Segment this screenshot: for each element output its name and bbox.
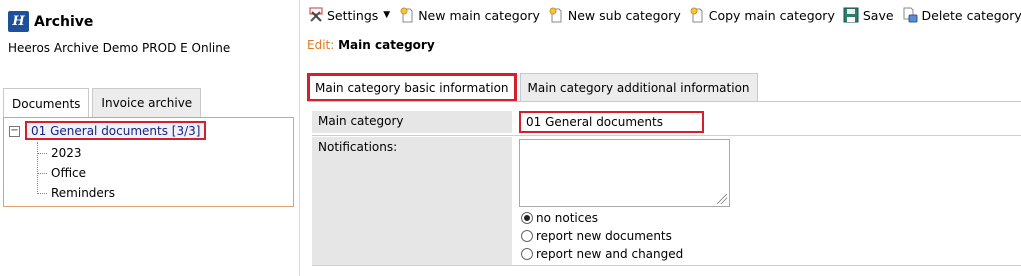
main-category-input[interactable]: 01 General documents — [519, 111, 704, 133]
notifications-label: Notifications: — [312, 137, 512, 266]
resize-grip-icon[interactable] — [717, 194, 727, 204]
tree-connector — [37, 152, 47, 154]
main-category-label: Main category — [312, 111, 512, 133]
app-subtitle: Heeros Archive Demo PROD E Online — [8, 41, 231, 55]
heeros-logo: H — [8, 11, 29, 32]
radio-button[interactable] — [521, 248, 533, 260]
save-floppy-icon — [843, 7, 860, 24]
tab-basic-information[interactable]: Main category basic information — [307, 73, 517, 102]
new-sub-category-button[interactable]: New sub category — [548, 7, 681, 24]
toolbar: Settings ▼ New main category New sub cat… — [307, 5, 1021, 25]
new-document-icon — [548, 7, 565, 24]
left-tab-bar: Documents Invoice archive — [3, 88, 204, 118]
collapse-toggle-icon[interactable]: − — [9, 126, 20, 137]
category-tab-bar: Main category basic information Main cat… — [307, 73, 761, 102]
new-sub-category-label: New sub category — [567, 7, 681, 23]
edit-heading: Edit: Main category — [307, 38, 435, 52]
delete-category-button[interactable]: Delete category — [902, 7, 1021, 24]
settings-button[interactable]: Settings ▼ — [307, 7, 390, 24]
tree-connector — [37, 172, 47, 174]
caret-down-icon: ▼ — [383, 10, 391, 20]
edit-title: Main category — [338, 38, 435, 52]
category-tree: − 01 General documents [3/3] 2023 Office… — [3, 117, 294, 207]
save-label: Save — [862, 7, 894, 23]
radio-label: report new documents — [536, 229, 672, 243]
tree-connector — [37, 192, 47, 194]
row-divider — [312, 135, 1021, 136]
tab-additional-information[interactable]: Main category additional information — [519, 73, 758, 102]
app-title: Archive — [34, 13, 94, 30]
settings-tools-icon — [307, 7, 324, 24]
tab-invoice-archive[interactable]: Invoice archive — [92, 88, 202, 117]
new-document-icon — [398, 7, 415, 24]
edit-prefix: Edit: — [307, 38, 335, 52]
tab-documents[interactable]: Documents — [3, 88, 90, 118]
new-main-category-button[interactable]: New main category — [398, 7, 540, 24]
tree-item-2023[interactable]: 2023 — [37, 146, 82, 160]
delete-category-label: Delete category — [921, 7, 1021, 23]
radio-button[interactable] — [521, 230, 533, 242]
tab-divider — [307, 101, 1021, 102]
delete-document-icon — [902, 7, 919, 24]
settings-label: Settings — [327, 7, 379, 23]
radio-label: no notices — [536, 211, 598, 225]
radio-report-new-documents[interactable]: report new documents — [521, 229, 672, 243]
radio-report-new-and-changed[interactable]: report new and changed — [521, 247, 683, 261]
app-header: H Archive — [8, 11, 93, 32]
copy-main-category-button[interactable]: Copy main category — [689, 7, 835, 24]
copy-main-category-label: Copy main category — [708, 7, 835, 23]
radio-label: report new and changed — [536, 247, 684, 261]
tree-item-office[interactable]: Office — [37, 166, 86, 180]
tree-item-label[interactable]: Office — [51, 166, 86, 180]
new-main-category-label: New main category — [418, 7, 540, 23]
notifications-textarea[interactable] — [519, 139, 730, 207]
category-form: Main category 01 General documents Notif… — [312, 111, 1021, 266]
tree-item-label[interactable]: Reminders — [51, 186, 115, 200]
row-divider — [312, 265, 1021, 266]
tree-item-label[interactable]: 2023 — [51, 146, 82, 160]
copy-document-icon — [689, 7, 706, 24]
radio-no-notices[interactable]: no notices — [521, 211, 598, 225]
radio-button[interactable] — [521, 212, 533, 224]
save-button[interactable]: Save — [843, 7, 894, 24]
tree-root-general-documents[interactable]: 01 General documents [3/3] — [25, 121, 207, 140]
tree-item-reminders[interactable]: Reminders — [37, 186, 115, 200]
left-panel: H Archive Heeros Archive Demo PROD E Onl… — [0, 0, 300, 276]
